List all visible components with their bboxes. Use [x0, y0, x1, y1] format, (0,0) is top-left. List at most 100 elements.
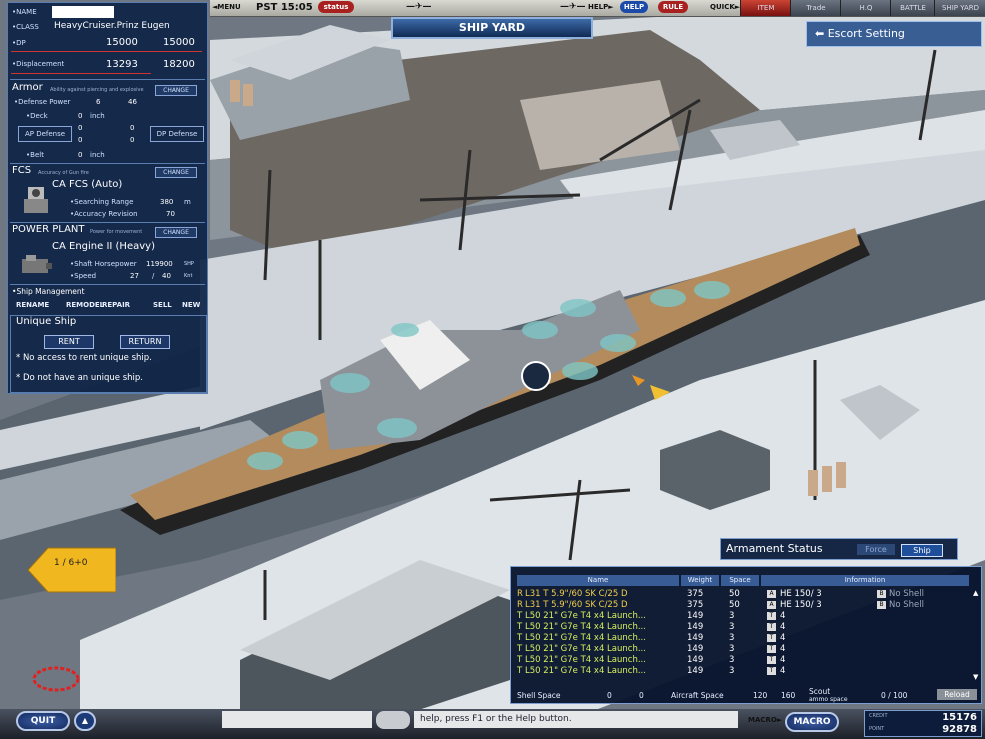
name-label: •NAME: [12, 8, 37, 16]
dp-max: 15000: [163, 37, 195, 48]
shell-type-icon: B: [877, 590, 886, 598]
ammo-type-icon: A: [767, 601, 776, 609]
armament-row[interactable]: T L50 21" G7e T4 x4 Launch... 149 3 T 4: [517, 666, 967, 677]
belt-unit: inch: [90, 151, 105, 159]
weapon-type: T: [517, 622, 523, 632]
dp-current: 15000: [106, 37, 138, 48]
ammo-count: HE 150/ 3: [780, 600, 822, 610]
displacement-label: •Displacement: [12, 60, 65, 68]
ammo-count: 4: [780, 655, 786, 665]
chat-toggle-icon[interactable]: ▲: [74, 711, 96, 731]
quit-button[interactable]: QUIT: [16, 711, 70, 731]
belt-value: 0: [78, 151, 83, 159]
tab-hq[interactable]: H.Q: [840, 0, 891, 16]
weapon-weight: 149: [687, 622, 704, 632]
speed-label: •Speed: [70, 272, 97, 280]
dp-defense-label: DP Defense: [150, 126, 204, 142]
weapon-space: 3: [729, 611, 735, 621]
engine-icon: [18, 253, 56, 279]
quick-menu-label: QUICK►: [710, 3, 741, 11]
ammo-type-icon: T: [767, 623, 776, 631]
chat-input[interactable]: [222, 711, 372, 728]
ammo-type-icon: T: [767, 667, 776, 675]
armament-row[interactable]: T L50 21" G7e T4 x4 Launch... 149 3 T 4: [517, 611, 967, 622]
power-plant-change-button[interactable]: CHANGE: [155, 227, 197, 238]
rent-button[interactable]: RENT: [44, 335, 94, 349]
weapon-space: 3: [729, 622, 735, 632]
displacement-bar: [11, 73, 151, 74]
shell-status: No Shell: [889, 600, 924, 610]
armor-subtitle: Ability against piercing and explosive: [50, 87, 144, 93]
sell-button[interactable]: SELL: [153, 301, 172, 309]
aircraft-space-label: Aircraft Space: [671, 691, 724, 700]
armor-change-button[interactable]: CHANGE: [155, 85, 197, 96]
speed-value: 27: [130, 272, 139, 280]
defense-power-max: 46: [128, 98, 137, 106]
credit-point-box: CREDIT 15176 POINT 92878: [864, 710, 982, 737]
reload-button[interactable]: Reload: [937, 689, 977, 700]
tab-battle[interactable]: BATTLE: [890, 0, 935, 16]
tab-item[interactable]: ITEM: [740, 0, 791, 16]
armament-row[interactable]: T L50 21" G7e T4 x4 Launch... 149 3 T 4: [517, 644, 967, 655]
macro-button[interactable]: MACRO: [785, 712, 839, 732]
shell-space-label: Shell Space: [517, 691, 561, 700]
fcs-change-button[interactable]: CHANGE: [155, 167, 197, 178]
weapon-name: L50 21" G7e T4 x4 Launch...: [525, 655, 646, 665]
wing-emblem-icon: —✈—: [406, 2, 432, 12]
rename-button[interactable]: RENAME: [16, 301, 49, 309]
weapon-name: L31 T 5.9"/60 SK C/25 D: [525, 589, 628, 599]
ammo-type-icon: A: [767, 590, 776, 598]
yellow-arrow-icon: [27, 547, 117, 593]
scroll-up-icon[interactable]: ▲: [973, 589, 978, 597]
unique-note-1: * No access to rent unique ship.: [16, 353, 152, 363]
speed-unit: Knt: [184, 273, 193, 279]
ship-counter: 1 / 6+0: [54, 558, 88, 568]
deck-label: •Deck: [26, 112, 48, 120]
help-button[interactable]: HELP: [620, 1, 648, 13]
tab-ship-yard[interactable]: SHIP YARD: [934, 0, 985, 16]
fcs-device-icon: [18, 183, 54, 219]
weapon-type: R: [517, 600, 523, 610]
weapon-space: 3: [729, 644, 735, 654]
armament-row[interactable]: R L31 T 5.9"/60 SK C/25 D 375 50 A HE 150/ 3 B…: [517, 600, 967, 611]
repair-button[interactable]: REPAIR: [102, 301, 130, 309]
remodel-button[interactable]: REMODEL: [66, 301, 104, 309]
ship-counter-arrow[interactable]: 1 / 6+0: [27, 544, 117, 596]
power-plant-title: POWER PLANT: [12, 224, 85, 235]
return-button[interactable]: RETURN: [120, 335, 170, 349]
menu-link[interactable]: ◄MENU: [212, 1, 241, 14]
tab-trade[interactable]: Trade: [790, 0, 841, 16]
armament-row[interactable]: R L31 T 5.9"/60 SK C/25 D 375 50 A HE 150/ 3 B…: [517, 589, 967, 600]
rule-button[interactable]: RULE: [658, 1, 688, 13]
status-button[interactable]: status: [318, 1, 354, 13]
scroll-down-icon[interactable]: ▼: [973, 673, 978, 681]
shaft-horsepower-value: 119900: [146, 260, 173, 268]
escort-setting-button[interactable]: ⬅ Escort Setting: [806, 21, 982, 47]
new-button[interactable]: NEW: [182, 301, 200, 309]
ammo-count: 4: [780, 666, 786, 676]
fcs-title: FCS: [12, 165, 32, 176]
weapon-type: R: [517, 589, 523, 599]
ship-name-field[interactable]: [52, 6, 114, 18]
weapon-space: 50: [729, 600, 740, 610]
power-plant-subtitle: Power for movement: [90, 229, 143, 235]
tab-force[interactable]: Force: [857, 544, 895, 555]
ammo-type-icon: T: [767, 645, 776, 653]
armament-row[interactable]: T L50 21" G7e T4 x4 Launch... 149 3 T 4: [517, 655, 967, 666]
header-information: Information: [761, 575, 969, 586]
armament-row[interactable]: T L50 21" G7e T4 x4 Launch... 149 3 T 4: [517, 633, 967, 644]
armament-table: Name Weight Space Information R L31 T 5.9…: [510, 566, 982, 704]
chat-mode-icon[interactable]: [376, 711, 410, 729]
macro-menu-label: MACRO►: [748, 716, 783, 724]
armament-row[interactable]: T L50 21" G7e T4 x4 Launch... 149 3 T 4: [517, 622, 967, 633]
shell-space-current: 0: [607, 691, 612, 700]
dp-defense-value-b: 0: [130, 136, 135, 144]
accuracy-revision-label: •Accuracy Revision: [70, 210, 138, 218]
header-space: Space: [721, 575, 759, 586]
help-message: help, press F1 or the Help button.: [414, 711, 738, 728]
help-menu-label: HELP►: [588, 3, 614, 11]
server-time: PST 15:05: [256, 2, 313, 13]
scout-sublabel: ammo space: [809, 696, 848, 703]
ammo-type-icon: T: [767, 656, 776, 664]
tab-ship[interactable]: Ship: [901, 544, 943, 557]
